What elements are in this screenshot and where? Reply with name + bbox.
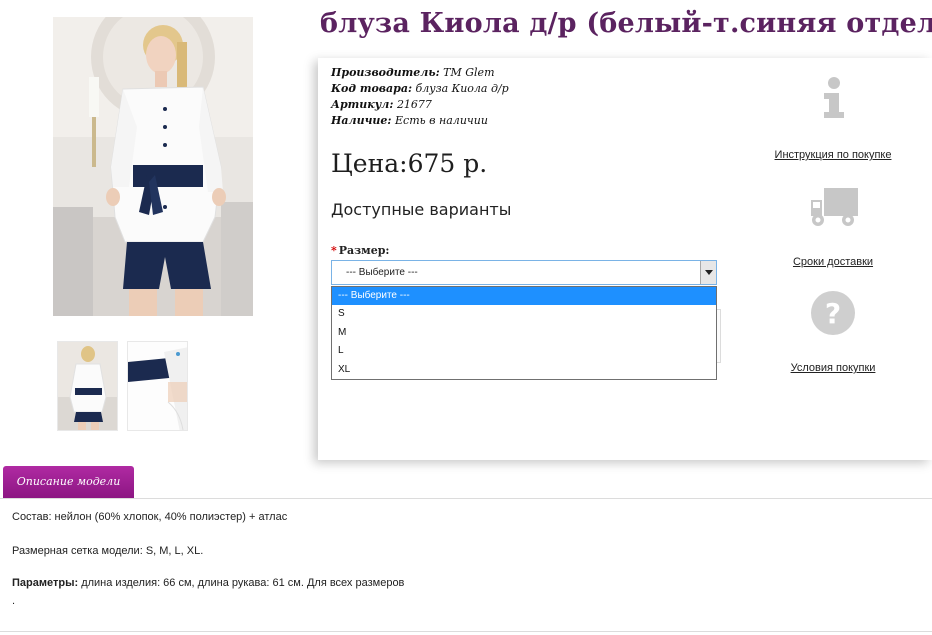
params-value: длина изделия: 66 см, длина рукава: 61 с… xyxy=(78,577,405,589)
svg-text:?: ? xyxy=(825,297,841,330)
product-info-panel: Производитель: TM Glem Код товара: блуза… xyxy=(318,58,932,460)
product-thumbnail-detail[interactable] xyxy=(127,341,188,431)
instructions-link[interactable]: Инструкция по покупке xyxy=(758,149,908,161)
size-option-l[interactable]: L xyxy=(332,342,716,360)
sku-label: Артикул: xyxy=(331,98,394,111)
product-title: блуза Киола д/р (белый-т.синяя отделка) xyxy=(320,8,932,39)
description-composition: Состав: нейлон (60% хлопок, 40% полиэсте… xyxy=(12,511,288,523)
description-trailing-dot: . xyxy=(12,595,16,607)
chevron-down-icon[interactable] xyxy=(700,261,716,284)
stock-label: Наличие: xyxy=(331,114,392,127)
info-icon[interactable] xyxy=(815,76,853,120)
code-label: Код товара: xyxy=(331,82,413,95)
manufacturer-value: TM Glem xyxy=(443,66,495,79)
size-option-xl[interactable]: XL xyxy=(332,361,716,379)
description-params: Параметры: длина изделия: 66 см, длина р… xyxy=(12,577,404,589)
product-price: Цена:675 р. xyxy=(331,149,488,178)
size-label-text: Размер: xyxy=(338,244,390,257)
stock-value: Есть в наличии xyxy=(395,114,488,127)
tab-description-label: Описание модели xyxy=(16,475,121,488)
size-option-m[interactable]: M xyxy=(332,324,716,342)
sku-value: 21677 xyxy=(396,98,432,111)
required-mark: * xyxy=(331,244,337,257)
options-heading: Доступные варианты xyxy=(331,200,512,219)
product-thumbnail-back[interactable] xyxy=(57,341,118,431)
thumbnail-back-graphic xyxy=(58,342,117,430)
product-details: Производитель: TM Glem Код товара: блуза… xyxy=(331,65,509,129)
size-label: * Размер: xyxy=(331,244,390,257)
tab-description[interactable]: Описание модели xyxy=(3,466,134,498)
description-sizes: Размерная сетка модели: S, M, L, XL. xyxy=(12,545,204,557)
thumbnail-detail-graphic xyxy=(128,342,187,430)
size-dropdown-list: --- Выберите --- S M L XL xyxy=(331,286,717,380)
code-value: блуза Киола д/р xyxy=(415,82,509,95)
question-icon[interactable]: ? xyxy=(810,290,856,336)
delivery-link[interactable]: Сроки доставки xyxy=(758,256,908,268)
manufacturer-label: Производитель: xyxy=(331,66,440,79)
product-photo-graphic xyxy=(53,17,253,316)
description-panel: Состав: нейлон (60% хлопок, 40% полиэсте… xyxy=(0,498,932,632)
params-label: Параметры: xyxy=(12,577,79,589)
truck-icon[interactable] xyxy=(810,186,860,228)
size-select[interactable]: --- Выберите --- xyxy=(331,260,717,285)
terms-link[interactable]: Условия покупки xyxy=(758,362,908,374)
size-select-value: --- Выберите --- xyxy=(346,267,418,278)
product-main-image[interactable] xyxy=(53,17,253,316)
size-option-placeholder[interactable]: --- Выберите --- xyxy=(332,287,716,306)
size-option-s[interactable]: S xyxy=(332,305,716,323)
